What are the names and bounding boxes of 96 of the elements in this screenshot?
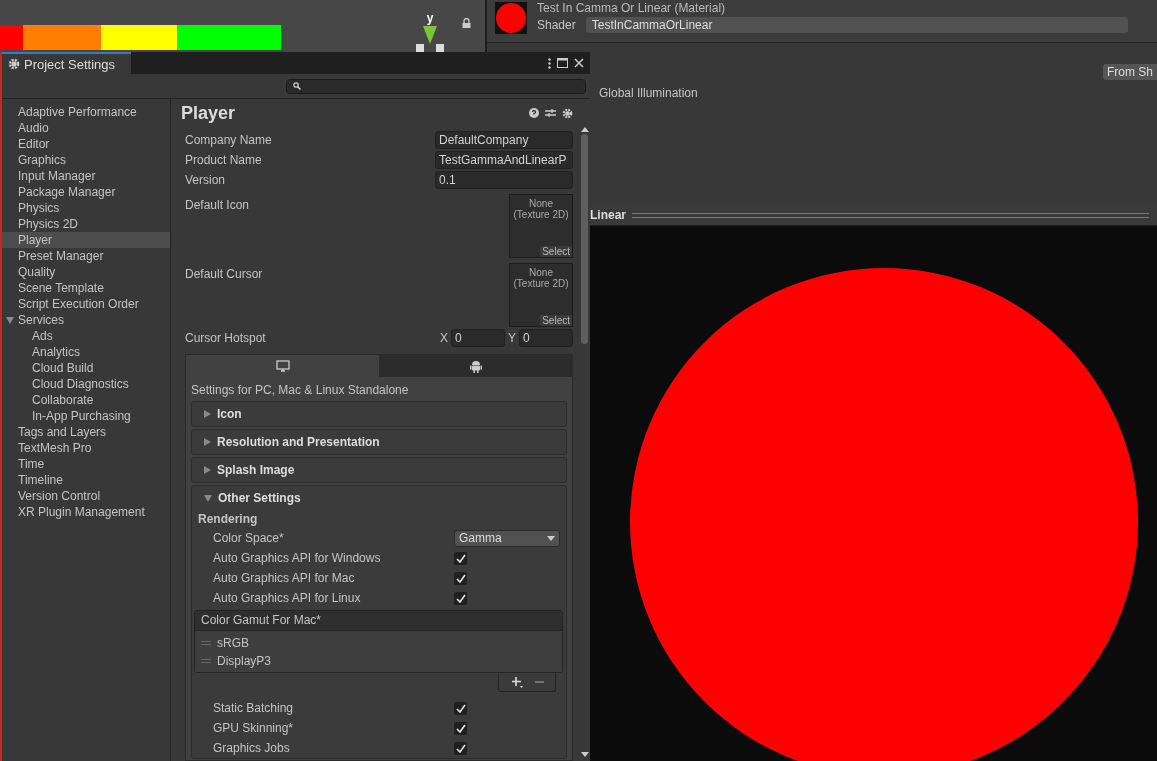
page-title: Player bbox=[181, 102, 237, 124]
checkbox[interactable] bbox=[454, 591, 467, 605]
search-field[interactable] bbox=[286, 78, 586, 94]
number-field[interactable]: 0 bbox=[519, 329, 573, 347]
monitor-icon bbox=[275, 360, 290, 372]
shader-label: Shader bbox=[537, 18, 576, 32]
android-icon bbox=[469, 359, 482, 373]
shader-dropdown[interactable]: TestInCammaOrLinear bbox=[585, 17, 1128, 33]
sidebar-item[interactable]: Physics 2D bbox=[2, 216, 170, 232]
sidebar-item[interactable]: Preset Manager bbox=[2, 248, 170, 264]
close-icon[interactable] bbox=[574, 58, 584, 68]
sidebar-item[interactable]: Graphics bbox=[2, 152, 170, 168]
scroll-down-icon[interactable] bbox=[580, 752, 589, 757]
sidebar-item[interactable]: XR Plugin Management bbox=[2, 504, 170, 520]
sidebar-item[interactable]: Physics bbox=[2, 200, 170, 216]
select-button[interactable]: Select bbox=[540, 246, 572, 257]
foldout-header[interactable]: Icon bbox=[192, 402, 566, 426]
field-label: Product Name bbox=[185, 153, 263, 167]
sidebar-item[interactable]: Script Execution Order bbox=[2, 296, 170, 312]
platform-heading: Settings for PC, Mac & Linux Standalone bbox=[190, 382, 410, 399]
list-item[interactable]: sRGB bbox=[217, 636, 249, 650]
texture-slot[interactable]: None (Texture 2D) Select bbox=[509, 263, 573, 327]
checkbox[interactable] bbox=[454, 701, 467, 715]
axis-label: X bbox=[439, 331, 448, 345]
setting-label: Auto Graphics API for Mac bbox=[213, 571, 356, 585]
sidebar-item[interactable]: Services bbox=[2, 312, 170, 328]
sidebar-item[interactable]: Package Manager bbox=[2, 184, 170, 200]
sidebar-item[interactable]: In-App Purchasing bbox=[2, 408, 170, 424]
field-label: Default Icon bbox=[185, 197, 251, 214]
setting-label: Color Space* bbox=[213, 531, 285, 545]
sidebar-item[interactable]: Version Control bbox=[2, 488, 170, 504]
foldout-header[interactable]: Splash Image bbox=[192, 458, 566, 482]
checkbox[interactable] bbox=[454, 571, 467, 585]
subheading: Rendering bbox=[197, 511, 259, 528]
sidebar-item[interactable]: Collaborate bbox=[2, 392, 170, 408]
scroll-up-icon[interactable] bbox=[580, 127, 589, 132]
setting-label: Auto Graphics API for Linux bbox=[213, 591, 362, 605]
sidebar-item[interactable]: Cloud Build bbox=[2, 360, 170, 376]
section-label: Global Illumination bbox=[599, 86, 699, 100]
sidebar-item[interactable]: Audio bbox=[2, 120, 170, 136]
help-icon[interactable] bbox=[529, 108, 539, 118]
sidebar-item[interactable]: Analytics bbox=[2, 344, 170, 360]
sidebar-item[interactable]: Editor bbox=[2, 136, 170, 152]
sidebar-item[interactable]: Player bbox=[2, 232, 170, 248]
checkbox[interactable] bbox=[454, 721, 467, 735]
axis-label: Y bbox=[508, 331, 516, 345]
text-field[interactable]: TestGammaAndLinearP bbox=[435, 151, 573, 169]
from-shader-button[interactable]: From Sh bbox=[1103, 64, 1157, 80]
sidebar-item[interactable]: Scene Template bbox=[2, 280, 170, 296]
field-label: Company Name bbox=[185, 133, 273, 147]
number-field[interactable]: 0 bbox=[451, 329, 505, 347]
sidebar-item[interactable]: Timeline bbox=[2, 472, 170, 488]
sidebar-item[interactable]: Ads bbox=[2, 328, 170, 344]
text-field[interactable]: DefaultCompany bbox=[435, 131, 573, 149]
material-preview-icon bbox=[496, 3, 526, 33]
platform-tab[interactable] bbox=[379, 355, 572, 377]
lock-icon[interactable] bbox=[462, 18, 471, 28]
drag-handle-icon[interactable] bbox=[201, 659, 211, 663]
sidebar-item[interactable]: Input Manager bbox=[2, 168, 170, 184]
select-button[interactable]: Select bbox=[540, 315, 572, 326]
foldout-header[interactable]: Other Settings bbox=[192, 486, 566, 510]
field-label: Default Cursor bbox=[185, 266, 264, 283]
game-view-title: Linear bbox=[590, 208, 626, 222]
window-tab[interactable]: Project Settings bbox=[2, 52, 132, 74]
sidebar-item[interactable]: Time bbox=[2, 456, 170, 472]
more-icon[interactable] bbox=[548, 57, 551, 69]
text-field[interactable]: 0.1 bbox=[435, 171, 573, 189]
sidebar-item[interactable]: Quality bbox=[2, 264, 170, 280]
field-label: Cursor Hotspot bbox=[185, 331, 267, 345]
sidebar-item[interactable]: Cloud Diagnostics bbox=[2, 376, 170, 392]
setting-label: Graphics Jobs bbox=[213, 741, 291, 755]
sidebar-item[interactable]: Tags and Layers bbox=[2, 424, 170, 440]
checkbox[interactable] bbox=[454, 551, 467, 565]
material-title: Test In Camma Or Linear (Material) bbox=[537, 2, 727, 15]
drag-handle-icon[interactable] bbox=[201, 641, 211, 645]
foldout-header[interactable]: Resolution and Presentation bbox=[192, 430, 566, 454]
field-label: Version bbox=[185, 173, 227, 187]
axis-label: y bbox=[426, 12, 434, 24]
setting-label: Static Batching bbox=[213, 701, 295, 715]
sliders-icon[interactable] bbox=[545, 108, 556, 118]
setting-label: Auto Graphics API for Windows bbox=[213, 551, 382, 565]
maximize-icon[interactable] bbox=[557, 58, 568, 68]
settings-icon bbox=[8, 58, 20, 70]
add-icon[interactable] bbox=[510, 676, 523, 688]
list-header: Color Gamut For Mac* bbox=[195, 611, 562, 631]
sidebar-item[interactable]: Adaptive Performance bbox=[2, 104, 170, 120]
sidebar-item[interactable]: TextMesh Pro bbox=[2, 440, 170, 456]
color-space-dropdown[interactable]: Gamma bbox=[454, 529, 560, 547]
scrollbar-thumb[interactable] bbox=[581, 134, 588, 344]
caret-icon bbox=[547, 535, 555, 541]
settings-icon[interactable] bbox=[562, 107, 573, 119]
search-icon bbox=[293, 82, 301, 90]
checkbox[interactable] bbox=[454, 741, 467, 755]
setting-label: GPU Skinning* bbox=[213, 721, 295, 735]
texture-slot[interactable]: None (Texture 2D) Select bbox=[509, 194, 573, 258]
list-item[interactable]: DisplayP3 bbox=[217, 654, 272, 668]
